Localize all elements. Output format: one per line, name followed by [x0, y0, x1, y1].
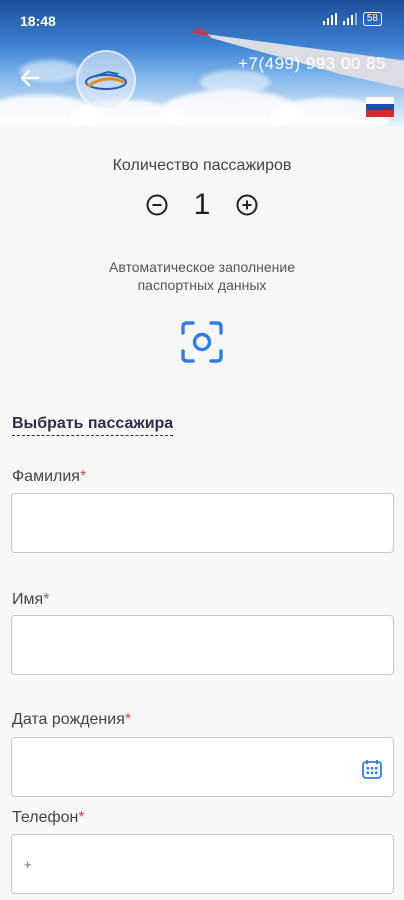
phone-label: Телефон*: [12, 809, 85, 827]
signal-icon: [322, 13, 337, 25]
name-label-text: Имя: [12, 591, 44, 608]
auto-fill-line2: паспортных данных: [137, 277, 267, 293]
status-time: 18:48: [20, 13, 56, 29]
language-flag-icon[interactable]: [366, 97, 394, 117]
birth-date-label-text: Дата рождения: [12, 711, 125, 728]
surname-input[interactable]: [11, 493, 394, 553]
back-arrow-icon[interactable]: [18, 66, 42, 90]
status-bar: 18:48 58: [0, 0, 404, 40]
select-passenger-link[interactable]: Выбрать пассажира: [12, 415, 174, 436]
increment-icon[interactable]: [236, 194, 258, 216]
required-mark: *: [43, 591, 50, 608]
required-mark: *: [78, 809, 85, 826]
calendar-icon[interactable]: [361, 758, 383, 780]
passenger-count-stepper: 1: [0, 188, 404, 222]
birth-date-input[interactable]: [11, 737, 394, 797]
airline-logo: [76, 50, 136, 110]
passenger-count-value: 1: [193, 188, 211, 221]
passenger-count-label: Количество пассажиров: [112, 157, 292, 174]
surname-label-text: Фамилия: [12, 468, 80, 485]
battery-icon: 58: [362, 12, 382, 26]
name-label: Имя*: [12, 591, 49, 609]
name-input[interactable]: [11, 615, 394, 675]
surname-label: Фамилия*: [12, 468, 86, 486]
phone-label-text: Телефон: [12, 809, 79, 826]
header-banner: 18:48 58 +7(499) 993 00 85: [0, 0, 404, 126]
phone-prefix: +: [24, 857, 32, 872]
phone-input[interactable]: +: [11, 834, 394, 894]
auto-fill-line1: Автоматическое заполнение: [109, 259, 295, 275]
required-mark: *: [124, 711, 132, 728]
contact-phone[interactable]: +7(499) 993 00 85: [238, 54, 386, 74]
decrement-icon[interactable]: [146, 194, 168, 216]
birth-date-label: Дата рождения*: [12, 711, 131, 729]
scan-document-icon[interactable]: [180, 320, 224, 364]
auto-fill-label: Автоматическое заполнение паспортных дан…: [0, 258, 404, 294]
signal-icon-2: [342, 13, 357, 25]
required-mark: *: [79, 468, 87, 485]
